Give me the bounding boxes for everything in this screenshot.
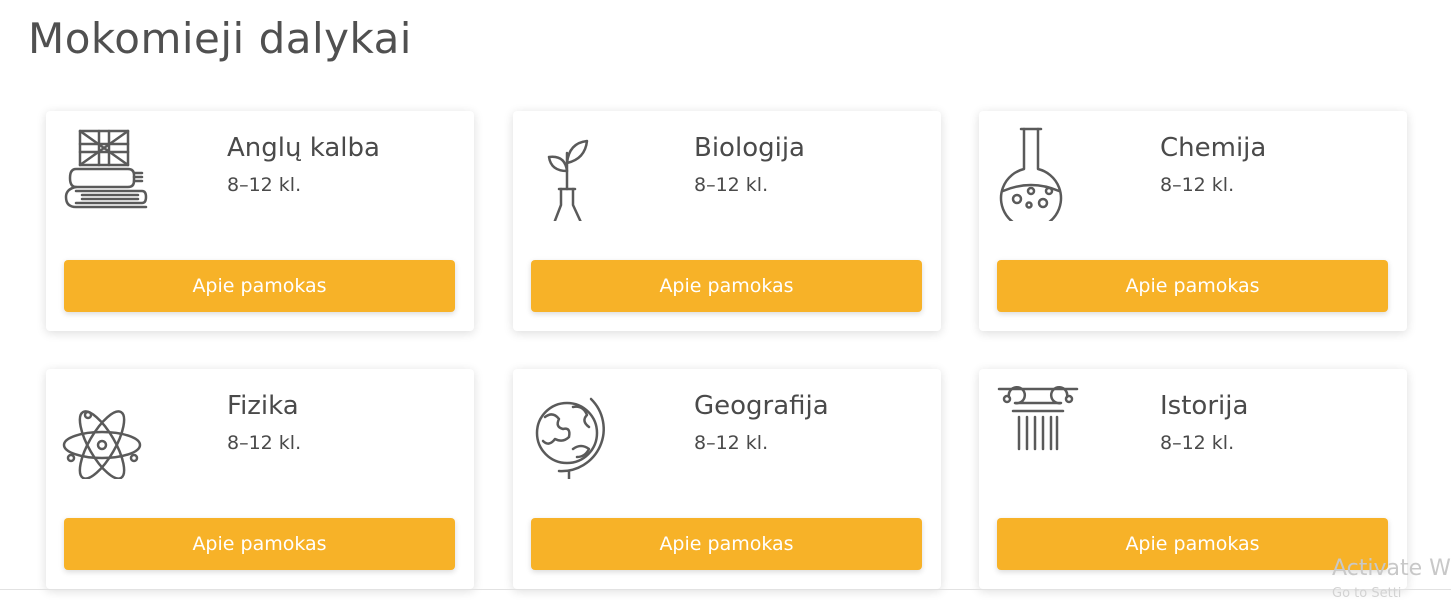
about-lessons-button[interactable]: Apie pamokas [64,260,455,312]
subject-name: Istorija [1160,391,1249,421]
subject-card-geography: Geografija 8–12 kl. Apie pamokas [513,369,941,589]
subject-name: Geografija [694,391,829,421]
about-lessons-button[interactable]: Apie pamokas [997,518,1388,570]
subject-card-chemistry: Chemija 8–12 kl. Apie pamokas [979,111,1407,331]
about-lessons-button[interactable]: Apie pamokas [531,518,922,570]
globe-icon [529,383,625,485]
plant-flask-icon [529,125,625,233]
about-lessons-button[interactable]: Apie pamokas [997,260,1388,312]
subject-card-biology: Biologija 8–12 kl. Apie pamokas [513,111,941,331]
about-lessons-button[interactable]: Apie pamokas [64,518,455,570]
column-icon [995,383,1091,479]
activation-watermark: Activate W [1332,556,1451,581]
subject-name: Chemija [1160,133,1267,163]
subject-grades: 8–12 kl. [227,174,302,196]
english-book-flag-icon [62,125,158,221]
divider [0,589,1451,590]
subject-name: Fizika [227,391,299,421]
chemistry-flask-icon [995,125,1091,230]
subject-name: Biologija [694,133,805,163]
subjects-grid: Anglų kalba 8–12 kl. Apie pamokas Biolog… [0,0,1451,594]
subject-name: Anglų kalba [227,133,380,163]
subject-grades: 8–12 kl. [1160,174,1235,196]
subject-grades: 8–12 kl. [227,432,302,454]
subject-grades: 8–12 kl. [1160,432,1235,454]
about-lessons-button[interactable]: Apie pamokas [531,260,922,312]
subject-grades: 8–12 kl. [694,432,769,454]
subject-grades: 8–12 kl. [694,174,769,196]
subject-card-physics: Fizika 8–12 kl. Apie pamokas [46,369,474,589]
atom-icon [62,383,158,480]
subject-card-english: Anglų kalba 8–12 kl. Apie pamokas [46,111,474,331]
